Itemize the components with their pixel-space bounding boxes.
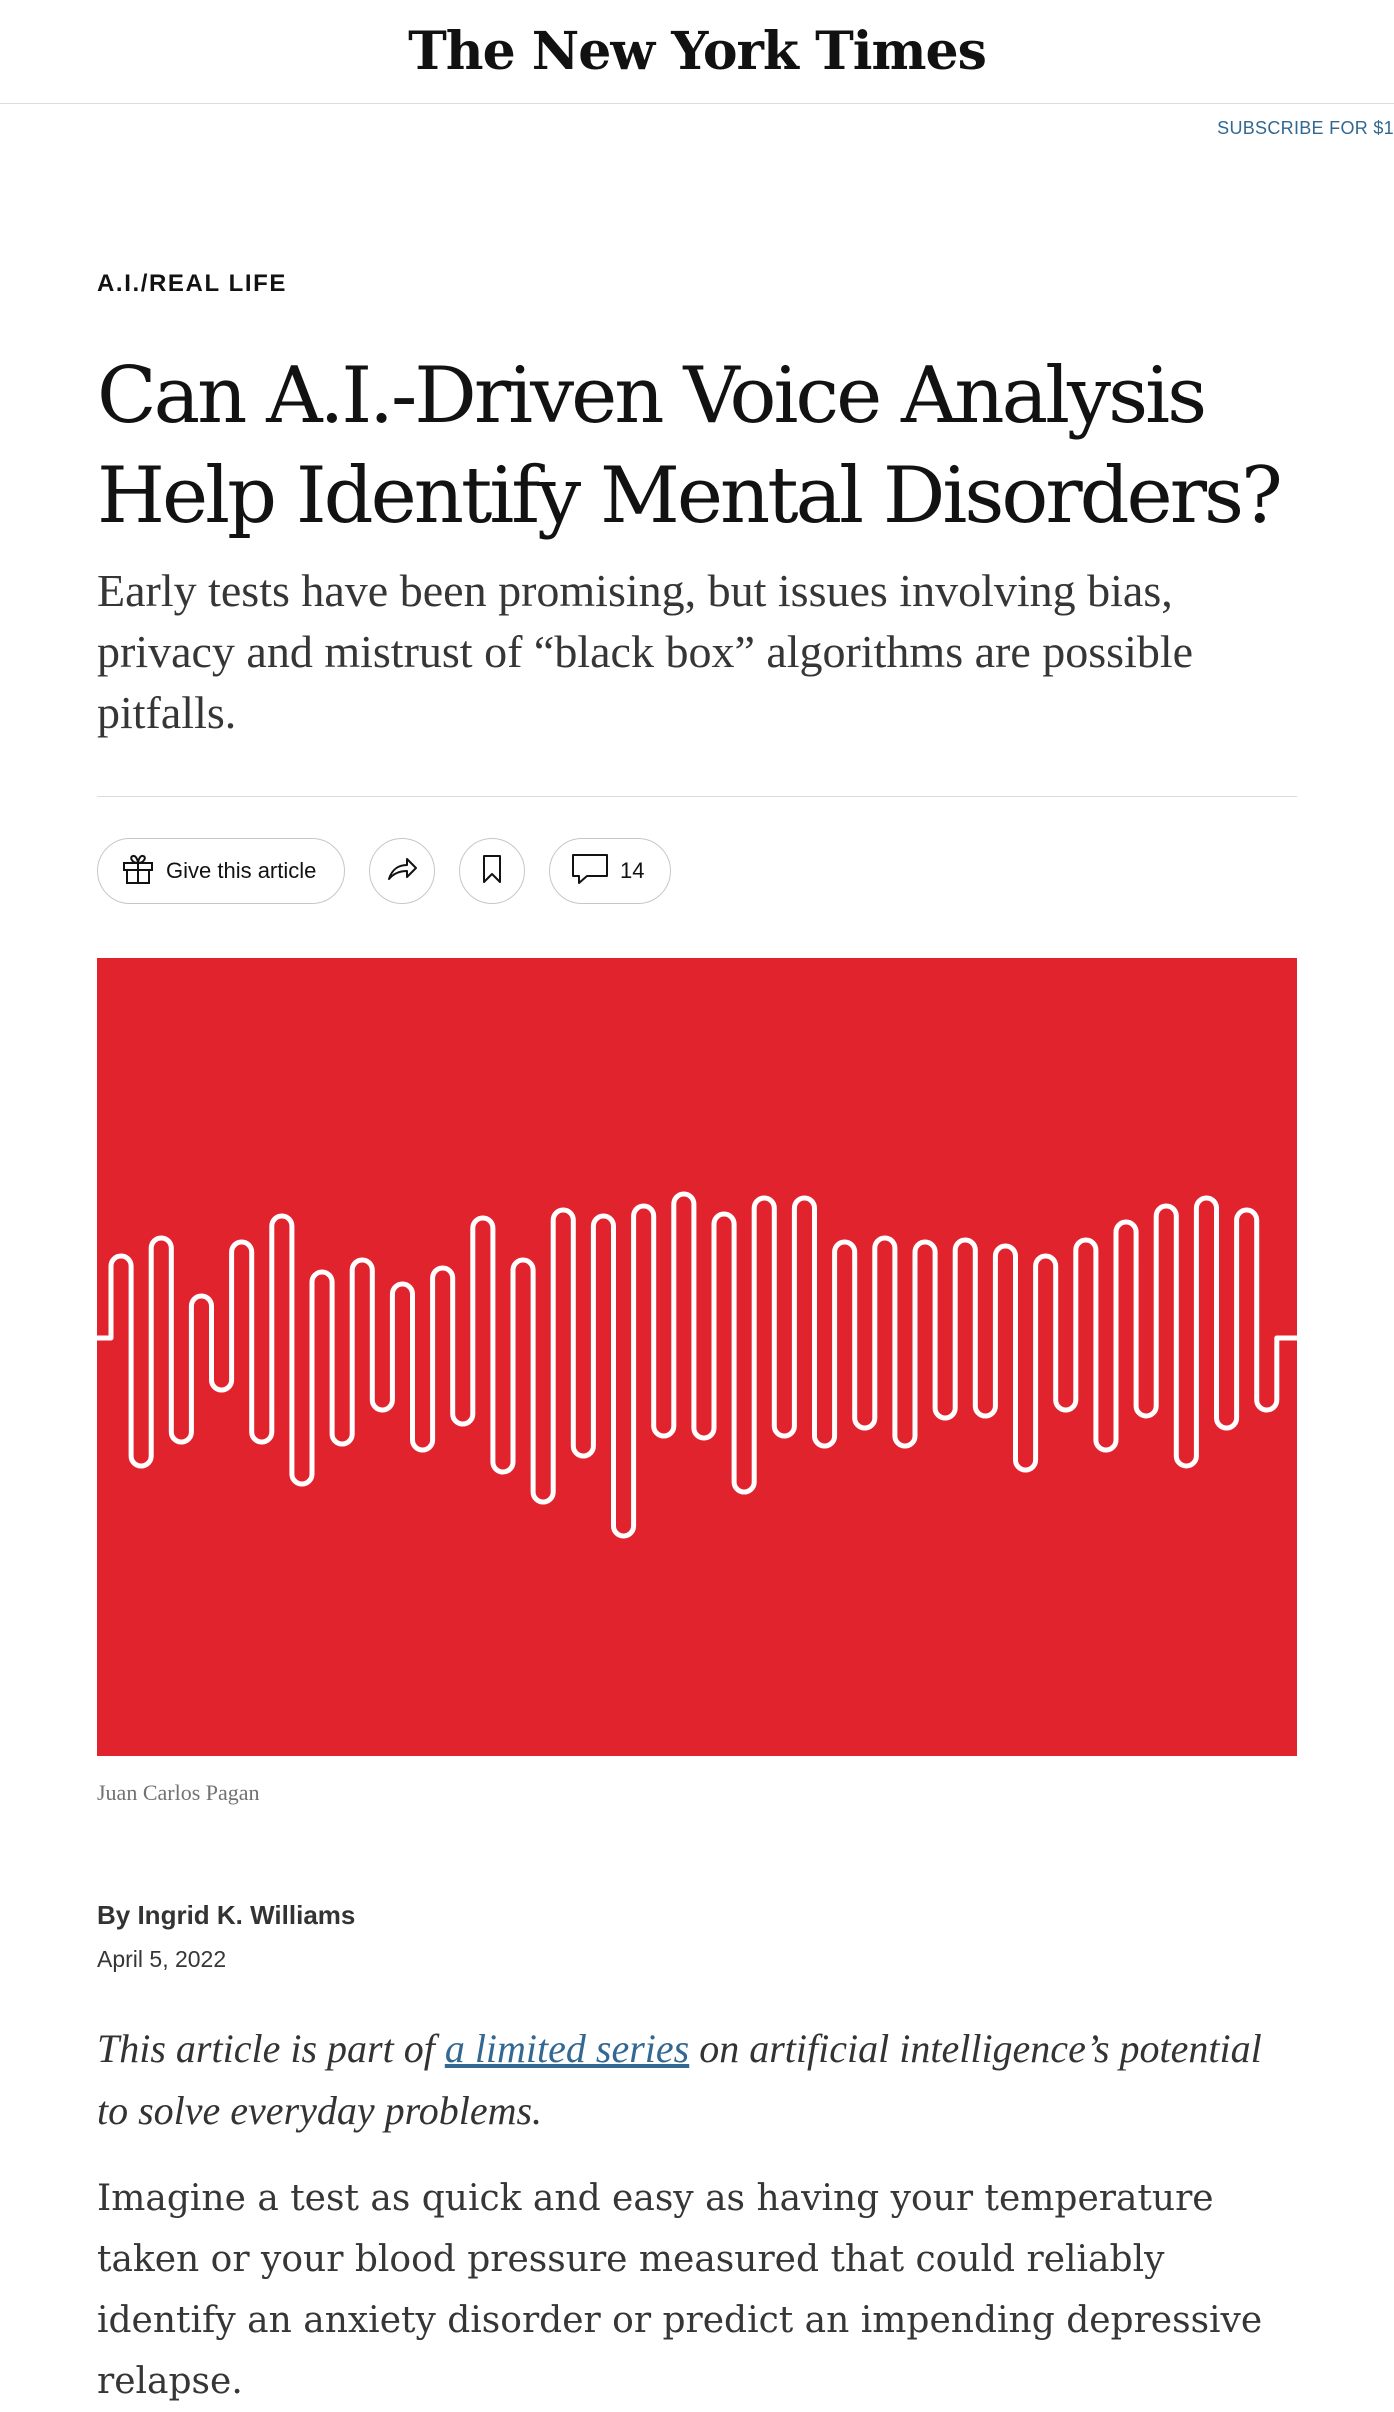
share-button[interactable] — [369, 838, 435, 904]
sound-wave-illustration — [97, 1191, 1297, 1539]
save-button[interactable] — [459, 838, 525, 904]
limited-series-link[interactable]: a limited series — [445, 2026, 689, 2071]
bookmark-icon — [477, 852, 507, 891]
divider — [97, 796, 1297, 797]
article-headline: Can A.I.-Driven Voice Analysis Help Iden… — [97, 351, 1283, 541]
hero-image — [97, 958, 1297, 1756]
comment-icon — [570, 851, 610, 892]
comments-button[interactable]: 14 — [549, 838, 671, 904]
gift-article-label: Give this article — [166, 858, 317, 883]
sound-wave-line — [97, 1191, 1297, 1539]
image-credit: Juan Carlos Pagan — [97, 1780, 260, 1805]
masthead: The New York Times — [0, 0, 1394, 104]
section-kicker[interactable]: A.I./REAL LIFE — [97, 270, 287, 298]
comment-count: 14 — [620, 858, 645, 883]
series-note-before: This article is part of — [97, 2026, 445, 2071]
article-paragraph: Imagine a test as quick and easy as havi… — [97, 2178, 1263, 2402]
series-note: This article is part of a limited series… — [97, 2018, 1297, 2142]
subscribe-link[interactable]: SUBSCRIBE FOR $1 — [1217, 118, 1394, 139]
article-summary: Early tests have been promising, but iss… — [97, 565, 1194, 738]
gift-icon — [120, 851, 156, 892]
gift-article-button[interactable]: Give this article — [97, 838, 345, 904]
article-toolbar: Give this article 14 — [97, 838, 671, 906]
byline[interactable]: By Ingrid K. Williams — [97, 1900, 355, 1931]
publish-date: April 5, 2022 — [97, 1946, 227, 1972]
nyt-logo[interactable]: The New York Times — [0, 22, 1394, 82]
share-icon — [384, 851, 420, 892]
